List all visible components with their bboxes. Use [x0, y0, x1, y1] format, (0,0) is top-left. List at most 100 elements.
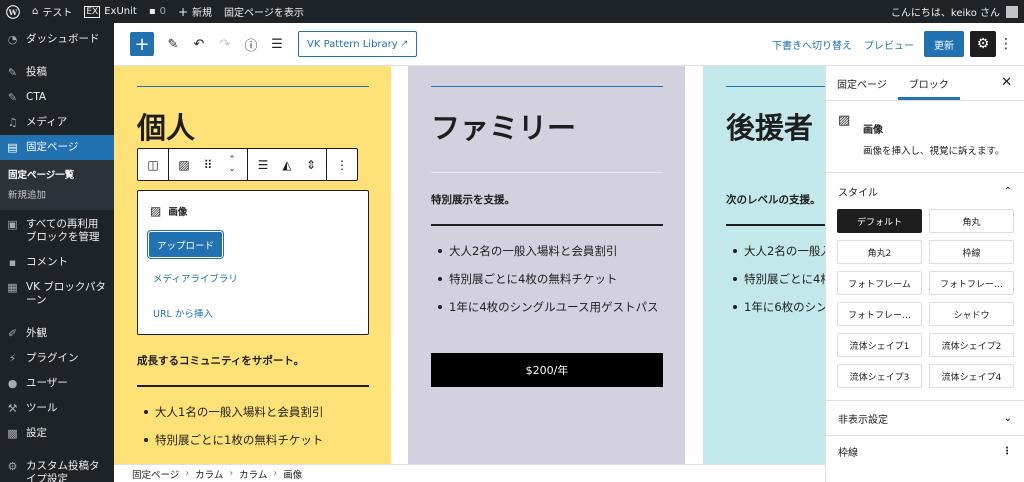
breadcrumb-item[interactable]: 固定ページ — [132, 467, 179, 481]
sidebar-item-pages[interactable]: ▤ 固定ページ — [0, 135, 114, 160]
list-view-button[interactable]: ☰ — [264, 31, 290, 57]
feature-list[interactable]: 大人1名の一般入場料と会員割引 特別展ごとに1枚の無料チケット — [137, 402, 369, 458]
submenu-add-new[interactable]: 新規追加 — [0, 184, 114, 204]
price-button[interactable]: $200/年 — [431, 353, 663, 387]
style-rounded-2[interactable]: 角丸2 — [837, 240, 922, 264]
drag-handle[interactable]: ⠿ — [197, 153, 219, 177]
sidebar-item-users[interactable]: ● ユーザー — [0, 371, 114, 396]
columns-icon: ◫ — [147, 157, 159, 172]
new-content-link[interactable]: + 新規 — [172, 0, 218, 23]
sidebar-item-reusable-blocks[interactable]: ▣ すべての再利用ブロックを管理 — [0, 210, 114, 250]
upload-button[interactable]: アップロード — [149, 232, 223, 257]
editor-canvas: 個人 ◫ ▨ ⠿ ⌃ ⌄ ☰ ◭ ⇕ ⋮ ▨ 画像 アップロード メディアライブ… — [114, 66, 825, 464]
style-fluid-shape-1[interactable]: 流体シェイプ1 — [837, 333, 922, 357]
account-menu[interactable]: こんにちは、keiko さん — [891, 4, 1024, 19]
hidden-settings-toggle[interactable]: 非表示設定 ⌄ — [826, 401, 1024, 435]
sidebar-item-vk-block-patterns[interactable]: ▦ VK ブロックパターン — [0, 275, 114, 313]
close-icon[interactable]: ✕ — [1001, 75, 1012, 90]
comments-link[interactable]: ▪ 0 — [143, 0, 172, 23]
submenu-all-pages[interactable]: 固定ページ一覧 — [0, 164, 114, 184]
style-shadow[interactable]: シャドウ — [929, 302, 1014, 326]
update-button[interactable]: 更新 — [924, 31, 964, 57]
pricing-column-patron[interactable]: 後援者 次のレベルの支援。 大人2名の一般入場料と会員割引 特別展ごとに4枚の無… — [703, 66, 825, 464]
column-lead[interactable]: 成長するコミュニティをサポート。 — [137, 353, 304, 368]
view-page-link[interactable]: 固定ページを表示 — [218, 0, 310, 23]
tools-button[interactable]: ✎ — [160, 31, 186, 57]
block-options-button[interactable]: ⋮ — [331, 153, 353, 177]
list-item: 1年に6枚のシングルユース用ゲストパス — [726, 297, 825, 317]
style-fluid-shape-2[interactable]: 流体シェイプ2 — [929, 333, 1014, 357]
block-card-description: 画像を挿入し、視覚に訴えます。 — [863, 146, 1005, 157]
switch-to-draft-button[interactable]: 下書きへ切り替え — [766, 37, 858, 52]
tab-page[interactable]: 固定ページ — [826, 66, 898, 100]
block-styles: デフォルト 角丸 角丸2 枠線 フォトフレーム フォトフレー… フォトフレー… … — [826, 209, 1024, 401]
exunit-link[interactable]: EX ExUnit — [78, 0, 142, 23]
style-default[interactable]: デフォルト — [837, 209, 922, 233]
sidebar-item-media[interactable]: ♫ メディア — [0, 110, 114, 135]
settings-tabs: 固定ページ ブロック ✕ — [826, 66, 1024, 101]
feature-list[interactable]: 大人2名の一般入場料と会員割引 特別展ごとに4枚の無料チケット 1年に6枚のシン… — [726, 241, 825, 325]
add-block-button[interactable]: + — [130, 32, 154, 56]
column-lead[interactable]: 次のレベルの支援。 — [726, 192, 821, 207]
media-library-link[interactable]: メディアライブラリ — [153, 271, 238, 285]
sidebar-item-appearance[interactable]: ✐ 外観 — [0, 321, 114, 346]
wrench-icon: ⚒ — [7, 402, 18, 415]
breadcrumb-item[interactable]: カラム — [239, 467, 267, 481]
style-fluid-shape-4[interactable]: 流体シェイプ4 — [929, 364, 1014, 388]
style-photo-frame-3[interactable]: フォトフレー… — [837, 302, 922, 326]
column-title[interactable]: 個人 — [137, 110, 195, 146]
style-border[interactable]: 枠線 — [929, 240, 1014, 264]
style-fluid-shape-3[interactable]: 流体シェイプ3 — [837, 364, 922, 388]
block-toolbar: ◫ ▨ ⠿ ⌃ ⌄ ☰ ◭ ⇕ ⋮ — [137, 148, 358, 181]
chevron-down-icon: ⌄ — [1003, 412, 1012, 424]
insert-from-url-link[interactable]: URL から挿入 — [153, 306, 213, 320]
vk-pattern-library-button[interactable]: VK Pattern Library ↗ — [298, 31, 418, 57]
chevron-up-icon: ⌃ — [1003, 185, 1012, 197]
home-icon: ⌂ — [32, 6, 39, 17]
redo-button[interactable]: ↷ — [212, 31, 238, 57]
wordpress-logo[interactable]: W — [0, 0, 26, 23]
duotone-button[interactable]: ◭ — [276, 153, 298, 177]
move-buttons[interactable]: ⌃ ⌄ — [221, 153, 243, 177]
sidebar-item-cta[interactable]: ✎ CTA — [0, 85, 114, 110]
breadcrumb-item[interactable]: カラム — [195, 467, 223, 481]
sidebar-item-settings[interactable]: ▩ 設定 — [0, 421, 114, 446]
preview-button[interactable]: プレビュー — [858, 37, 920, 52]
sidebar-item-dashboard[interactable]: ◔ ダッシュボード — [0, 23, 114, 52]
vk-height-button[interactable]: ⇕ — [300, 153, 322, 177]
parent-block-button[interactable]: ◫ — [142, 153, 164, 177]
site-name-link[interactable]: ⌂ テスト — [26, 0, 78, 23]
style-photo-frame-2[interactable]: フォトフレー… — [929, 271, 1014, 295]
style-rounded[interactable]: 角丸 — [929, 209, 1014, 233]
column-title[interactable]: 後援者 — [726, 110, 813, 146]
separator — [137, 86, 369, 87]
feature-list[interactable]: 大人2名の一般入場料と会員割引 特別展ごとに4枚の無料チケット 1年に4枚のシン… — [431, 241, 663, 325]
options-button[interactable]: ⋮ — [996, 31, 1016, 57]
settings-button[interactable]: ⚙ — [970, 31, 996, 57]
column-lead[interactable]: 特別展示を支援。 — [431, 192, 515, 207]
dashboard-icon: ◔ — [7, 33, 18, 46]
comment-icon: ▪ — [148, 6, 156, 17]
sidebar-item-comments[interactable]: ▪ コメント — [0, 250, 114, 275]
pricing-column-individual[interactable]: 個人 ◫ ▨ ⠿ ⌃ ⌄ ☰ ◭ ⇕ ⋮ ▨ 画像 アップロード メディアライブ… — [114, 66, 391, 464]
plugin-icon: ⚡ — [8, 352, 17, 365]
styles-panel-toggle[interactable]: スタイル ⌃ — [826, 173, 1024, 209]
border-panel-toggle[interactable]: 枠線 ⋮ — [826, 436, 1024, 466]
details-button[interactable]: ⓘ — [238, 31, 264, 57]
style-photo-frame[interactable]: フォトフレーム — [837, 271, 922, 295]
align-button[interactable]: ☰ — [252, 153, 274, 177]
column-title[interactable]: ファミリー — [431, 110, 576, 146]
block-type-button[interactable]: ▨ — [173, 153, 195, 177]
more-vertical-icon: ⋮ — [336, 157, 348, 172]
gear-icon: ⚙ — [7, 460, 18, 473]
sidebar-item-plugins[interactable]: ⚡ プラグイン — [0, 346, 114, 371]
block-card-title: 画像 — [863, 125, 883, 136]
tab-block[interactable]: ブロック — [898, 66, 960, 100]
list-item: 大人1名の一般入場料と会員割引 — [137, 402, 369, 422]
pricing-column-family[interactable]: ファミリー 特別展示を支援。 大人2名の一般入場料と会員割引 特別展ごとに4枚の… — [408, 66, 685, 464]
sidebar-item-posts[interactable]: ✎ 投稿 — [0, 60, 114, 85]
sidebar-item-tools[interactable]: ⚒ ツール — [0, 396, 114, 421]
undo-button[interactable]: ↶ — [186, 31, 212, 57]
sidebar-item-custom-post-type[interactable]: ⚙ カスタム投稿タイプ設定 — [0, 454, 114, 482]
list-item: 大人2名の一般入場料と会員割引 — [726, 241, 825, 261]
